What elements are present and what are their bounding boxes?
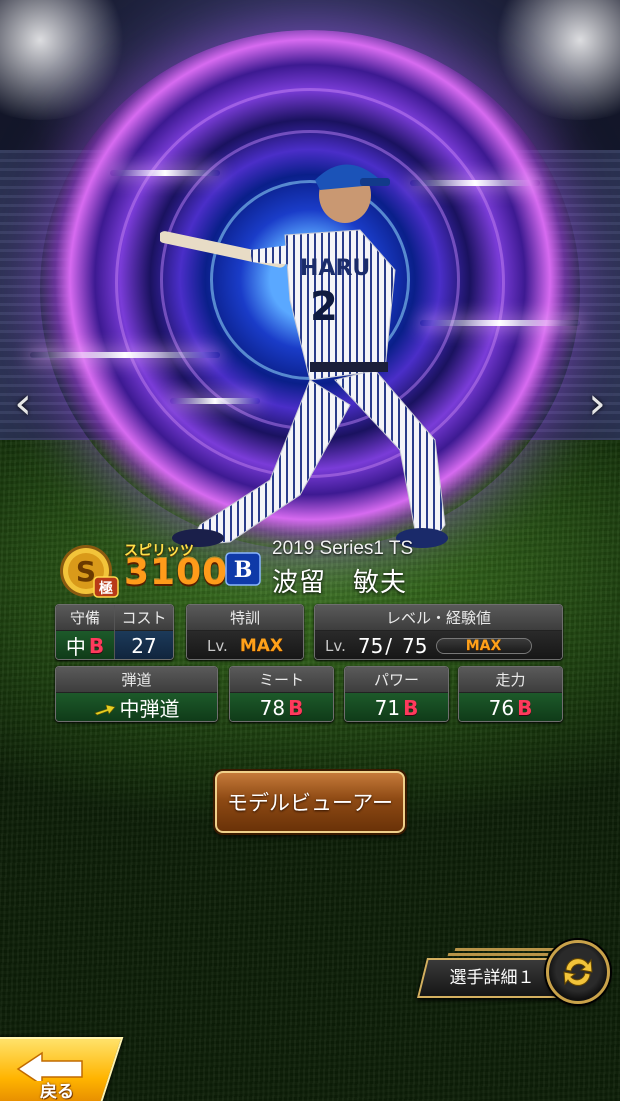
contact-grade: B xyxy=(288,695,304,720)
chevron-right-icon: › xyxy=(588,377,606,429)
cost-label: コスト xyxy=(115,605,173,631)
player-detail-label: 選手詳細１ xyxy=(449,968,535,988)
special-training-box: 特訓 Lv. MAX xyxy=(186,604,304,660)
rank-sub-label: 極 xyxy=(99,580,113,597)
special-training-max: MAX xyxy=(239,635,284,656)
power-grade: B xyxy=(403,695,419,720)
next-player-button[interactable]: › xyxy=(580,376,614,430)
back-button-content: 戻る xyxy=(0,1039,110,1101)
model-viewer-button[interactable]: モデルビューアー xyxy=(215,771,405,833)
exp-bar-max: MAX xyxy=(465,637,502,654)
arrow-up-right-icon xyxy=(93,704,116,715)
special-training-lv-prefix: Lv. xyxy=(206,636,228,655)
back-button[interactable]: 戻る xyxy=(0,1037,124,1101)
tab-decoration xyxy=(454,948,556,951)
player-name: 波留 敏夫 xyxy=(272,568,408,598)
chevron-left-icon: ‹ xyxy=(14,377,32,429)
rank-letter: S xyxy=(76,555,96,588)
cost-cell: コスト 27 xyxy=(114,605,173,659)
special-training-label: 特訓 xyxy=(187,605,303,631)
level-lv-prefix: Lv. xyxy=(325,636,346,655)
level-current: 75 xyxy=(357,633,384,658)
defense-cell: 守備 中 B xyxy=(56,605,114,659)
speed-number: 76 xyxy=(488,695,515,720)
player-detail-tab[interactable]: 選手詳細１ xyxy=(417,958,567,998)
power-number: 71 xyxy=(374,695,401,720)
team-logo-letter: B xyxy=(234,557,253,583)
card-series: 2019 Series1 TS xyxy=(272,538,414,559)
team-logo-icon: B xyxy=(225,552,261,586)
defense-cost-box: 守備 中 B コスト 27 xyxy=(55,604,174,660)
defense-value: 中 B xyxy=(56,631,114,659)
defense-grade: B xyxy=(88,633,105,658)
level-exp-box: レベル・経験値 Lv. 75 / 75 MAX xyxy=(314,604,563,660)
contact-value: 78 B xyxy=(230,693,333,721)
speed-box: 走力 76 B xyxy=(458,666,563,722)
prev-player-button[interactable]: ‹ xyxy=(6,376,40,430)
floodlight-right xyxy=(480,0,620,120)
power-value: 71 B xyxy=(345,693,448,721)
contact-label: ミート xyxy=(230,667,333,693)
contact-number: 78 xyxy=(259,695,286,720)
rank-medal: S 極 xyxy=(60,545,119,598)
trajectory-label: 弾道 xyxy=(56,667,217,693)
special-training-value: Lv. MAX xyxy=(187,631,303,659)
speed-value: 76 B xyxy=(459,693,562,721)
trajectory-text: 中弾道 xyxy=(119,697,180,721)
jersey-name: HARU xyxy=(300,256,370,281)
contact-box: ミート 78 B xyxy=(229,666,334,722)
back-arrow-icon xyxy=(16,1051,83,1081)
jersey-number: 2 xyxy=(310,284,338,330)
level-exp-label: レベル・経験値 xyxy=(315,605,562,631)
player-figure: HARU 2 xyxy=(160,164,448,548)
refresh-button[interactable] xyxy=(546,940,610,1004)
level-max: 75 xyxy=(402,633,428,658)
level-separator: / xyxy=(385,633,393,658)
speed-label: 走力 xyxy=(459,667,562,693)
defense-position: 中 xyxy=(65,635,86,659)
spirits-value: 3100 xyxy=(124,552,229,593)
exp-bar: MAX xyxy=(435,637,532,654)
floodlight-left xyxy=(0,0,140,120)
trajectory-box: 弾道 中弾道 xyxy=(55,666,218,722)
power-box: パワー 71 B xyxy=(344,666,449,722)
back-label: 戻る xyxy=(40,1082,74,1101)
tab-decoration xyxy=(447,953,549,956)
trajectory-value: 中弾道 xyxy=(56,693,217,721)
refresh-icon xyxy=(563,958,593,986)
power-label: パワー xyxy=(345,667,448,693)
cost-value: 27 xyxy=(115,631,173,659)
speed-grade: B xyxy=(517,695,533,720)
level-exp-value: Lv. 75 / 75 MAX xyxy=(315,631,562,659)
defense-label: 守備 xyxy=(56,605,114,631)
